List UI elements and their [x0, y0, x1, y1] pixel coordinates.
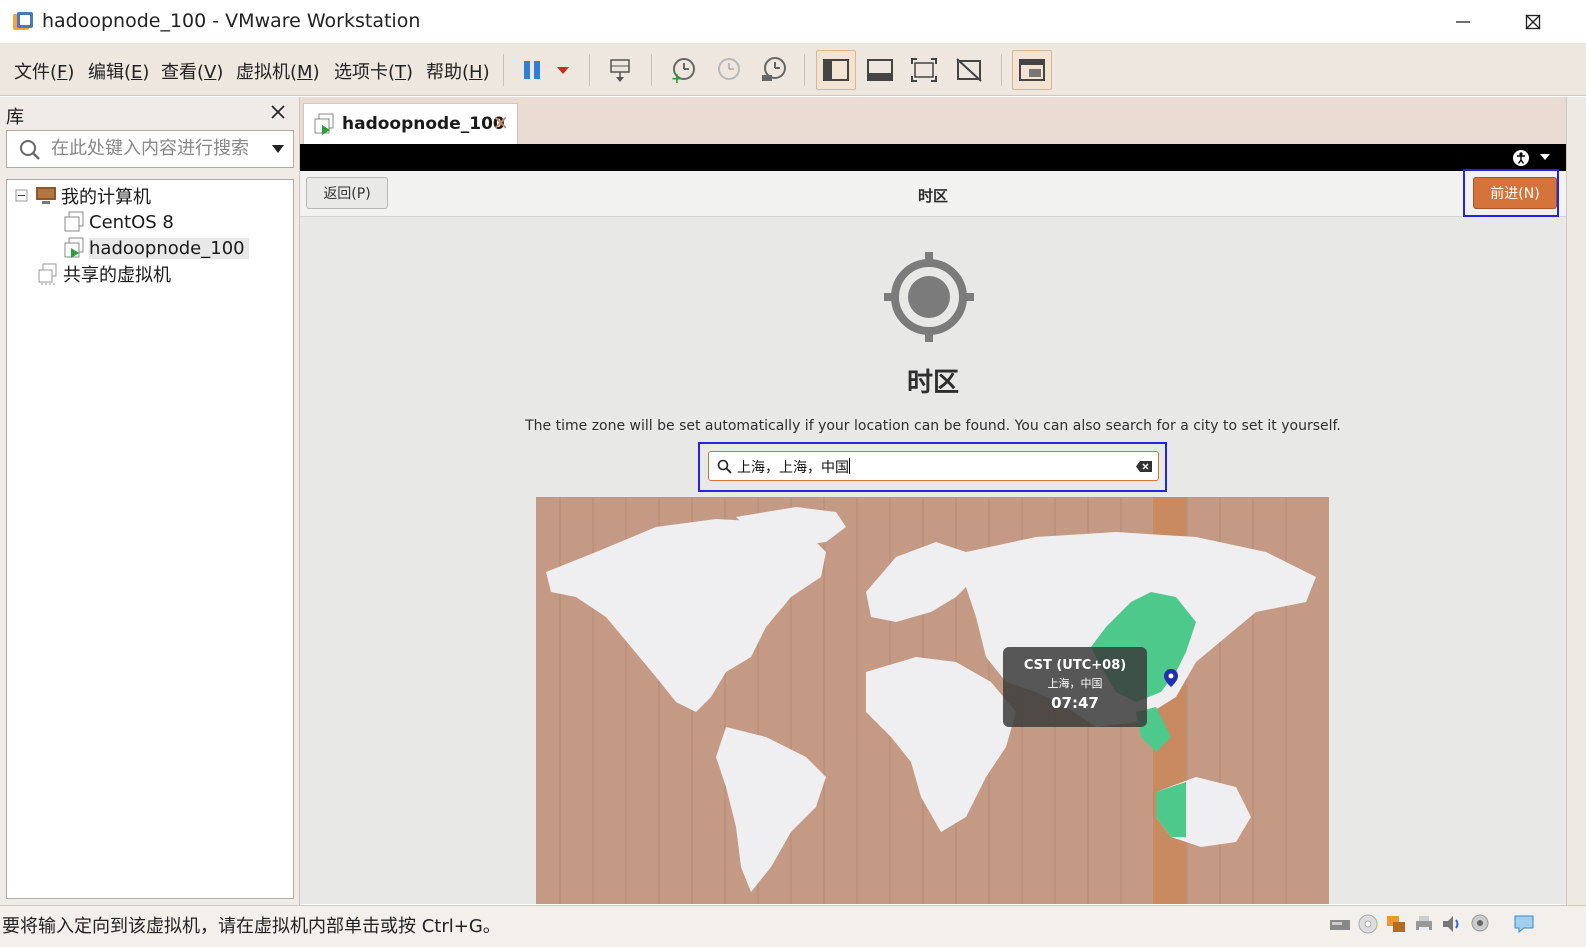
- toolbar-separator: [1001, 54, 1002, 86]
- menu-vm[interactable]: 虚拟机(M): [236, 58, 320, 84]
- clear-text-icon[interactable]: [1135, 460, 1153, 473]
- take-snapshot-button[interactable]: +: [663, 50, 703, 90]
- sound-card-icon[interactable]: [1440, 912, 1464, 936]
- close-window-button[interactable]: [1498, 0, 1568, 44]
- menu-view[interactable]: 查看(V): [161, 58, 223, 84]
- pause-icon: [524, 61, 540, 79]
- unity-icon: [956, 58, 982, 82]
- vm-running-icon: [64, 237, 84, 258]
- console-view-button[interactable]: [1012, 50, 1052, 90]
- highlight-box: [1463, 169, 1559, 217]
- thumbnail-view-icon: [867, 59, 893, 81]
- tab-label: hadoopnode_100: [342, 114, 505, 134]
- library-close-button[interactable]: [271, 103, 285, 124]
- revert-snapshot-icon: [718, 58, 740, 80]
- show-library-button[interactable]: [816, 50, 856, 90]
- thumbnail-bar-button[interactable]: [860, 50, 900, 90]
- timezone-tooltip: CST (UTC+08) 上海，中国 07:47: [1003, 647, 1147, 727]
- network-adapter-icon[interactable]: [1384, 912, 1408, 936]
- svg-text:+: +: [671, 71, 683, 84]
- computer-icon: [36, 187, 56, 204]
- vm-top-panel: [300, 144, 1566, 171]
- snapshot-manager-button[interactable]: [753, 50, 793, 90]
- tree-label: hadoopnode_100: [89, 237, 249, 259]
- close-icon: [1525, 14, 1541, 30]
- dropdown-arrow-icon: [557, 67, 569, 74]
- chevron-down-icon[interactable]: [271, 144, 285, 154]
- search-icon: [20, 140, 40, 160]
- vm-running-icon: [314, 113, 334, 135]
- window-title: hadoopnode_100 - VMware Workstation: [42, 10, 421, 32]
- world-timezone-map[interactable]: [536, 497, 1329, 904]
- console-view-icon: [1019, 59, 1045, 81]
- message-icon[interactable]: [1512, 912, 1536, 936]
- page-title: 时区: [906, 368, 959, 398]
- toolbar-separator: [804, 54, 805, 86]
- menu-edit[interactable]: 编辑(E): [88, 58, 149, 84]
- tree-label: 我的计算机: [61, 187, 151, 208]
- vm-icon: [64, 211, 84, 232]
- menu-help[interactable]: 帮助(H): [426, 58, 490, 84]
- toolbar-separator: [651, 54, 652, 86]
- accessibility-icon[interactable]: [1512, 149, 1530, 167]
- tree-item-centos8[interactable]: CentOS 8: [63, 210, 174, 234]
- vm-display[interactable]: 返回(P) 时区 前进(N) 时区 The time zone will be …: [300, 144, 1566, 904]
- snapshot-icon: +: [671, 58, 695, 84]
- camera-icon[interactable]: [1468, 912, 1492, 936]
- library-tree: 我的计算机 CentOS 8 hadoopnode_100 共享的虚拟机: [6, 179, 294, 899]
- installer-header: 返回(P) 时区 前进(N): [300, 171, 1566, 217]
- minimize-button[interactable]: [1428, 0, 1498, 44]
- full-screen-icon: [911, 58, 937, 82]
- shared-vm-icon: [38, 263, 57, 285]
- tooltip-place: 上海，中国: [1047, 677, 1103, 690]
- library-search[interactable]: [6, 130, 294, 168]
- hard-disk-icon[interactable]: [1328, 912, 1352, 936]
- printer-icon[interactable]: [1412, 912, 1436, 936]
- tree-label: 共享的虚拟机: [63, 265, 171, 286]
- timezone-description: The time zone will be set automatically …: [525, 418, 1341, 434]
- tab-strip: hadoopnode_100 ✕: [300, 97, 1566, 144]
- snapshot-manager-icon: [762, 57, 786, 81]
- window-right-edge: [1566, 97, 1586, 905]
- keyboard-send-icon: [610, 59, 630, 82]
- library-title: 库: [6, 107, 24, 128]
- menu-toolbar: 文件(F) 编辑(E) 查看(V) 虚拟机(M) 选项卡(T) 帮助(H) +: [0, 44, 1586, 96]
- location-target-icon: [884, 252, 974, 342]
- full-screen-button[interactable]: [904, 50, 944, 90]
- tree-item-my-computer[interactable]: 我的计算机: [15, 184, 151, 208]
- cd-dvd-icon[interactable]: [1356, 912, 1380, 936]
- timezone-search-input[interactable]: 上海，上海，中国: [708, 451, 1159, 481]
- tooltip-time: 07:47: [1051, 694, 1099, 712]
- unity-button[interactable]: [949, 50, 989, 90]
- library-view-icon: [823, 59, 849, 81]
- collapse-icon[interactable]: [15, 189, 29, 203]
- library-panel: 库 我的计算机 CentOS 8 hadoopnode_100 共享的虚拟机: [0, 97, 300, 905]
- search-value: 上海，上海，中国: [737, 460, 849, 476]
- status-text: 要将输入定向到该虚拟机，请在虚拟机内部单击或按 Ctrl+G。: [2, 916, 501, 937]
- menu-tabs[interactable]: 选项卡(T): [334, 58, 413, 84]
- tree-label: CentOS 8: [89, 211, 174, 233]
- world-map: [546, 497, 1316, 904]
- tab-close-icon[interactable]: ✕: [492, 111, 509, 135]
- tree-item-shared-vms[interactable]: 共享的虚拟机: [37, 262, 171, 286]
- tree-item-hadoopnode[interactable]: hadoopnode_100: [63, 236, 249, 260]
- tab-hadoopnode[interactable]: hadoopnode_100 ✕: [303, 103, 518, 144]
- vmware-app-icon: [13, 12, 33, 30]
- library-search-input[interactable]: [51, 138, 251, 159]
- chevron-down-icon[interactable]: [1540, 154, 1550, 161]
- toolbar-separator: [503, 54, 504, 86]
- close-icon: [271, 105, 285, 119]
- power-dropdown-button[interactable]: [545, 50, 581, 90]
- minimize-icon: [1456, 21, 1470, 23]
- search-icon: [717, 459, 732, 474]
- toolbar-separator: [589, 54, 590, 86]
- menu-file[interactable]: 文件(F): [14, 58, 74, 84]
- tooltip-zone: CST (UTC+08): [1023, 658, 1127, 673]
- revert-snapshot-button[interactable]: [708, 50, 748, 90]
- status-bar: 要将输入定向到该虚拟机，请在虚拟机内部单击或按 Ctrl+G。: [0, 905, 1586, 947]
- header-title: 时区: [917, 187, 948, 205]
- title-bar: hadoopnode_100 - VMware Workstation: [0, 0, 1586, 44]
- send-ctrl-alt-del-button[interactable]: [600, 50, 640, 90]
